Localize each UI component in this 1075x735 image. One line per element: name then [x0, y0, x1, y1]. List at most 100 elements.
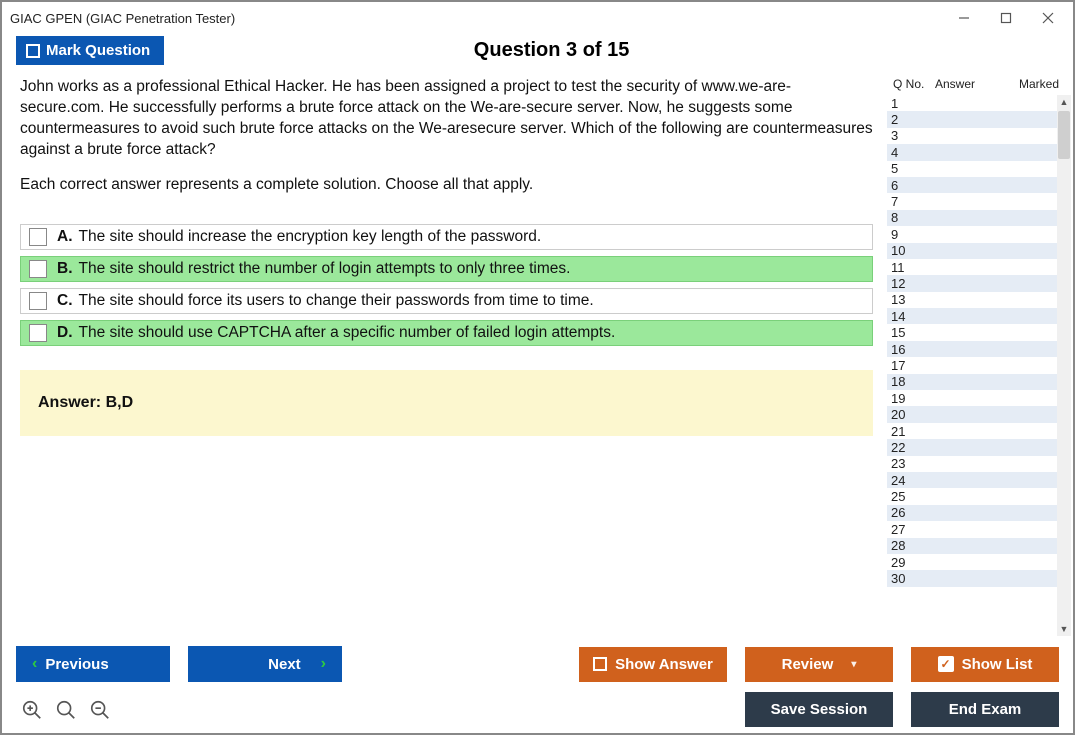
list-body: 1234567891011121314151617181920212223242…: [887, 95, 1071, 636]
question-list-panel: Q No. Answer Marked 12345678910111213141…: [887, 73, 1071, 636]
row-qno: 25: [891, 489, 923, 504]
checkbox-icon: [26, 44, 40, 58]
scrollbar[interactable]: ▲ ▼: [1057, 95, 1071, 636]
list-row[interactable]: 26: [887, 505, 1057, 521]
show-answer-label: Show Answer: [615, 656, 713, 673]
main-window: GIAC GPEN (GIAC Penetration Tester) Mark…: [0, 0, 1075, 735]
question-para-1: John works as a professional Ethical Hac…: [20, 77, 873, 161]
list-row[interactable]: 23: [887, 456, 1057, 472]
scroll-down-icon[interactable]: ▼: [1057, 622, 1071, 636]
list-row[interactable]: 29: [887, 554, 1057, 570]
footer: ‹ Previous Next › Show Answer Review ▾ ✓…: [2, 636, 1073, 733]
checkbox[interactable]: [29, 292, 47, 310]
list-row[interactable]: 20: [887, 406, 1057, 422]
checkbox[interactable]: [29, 228, 47, 246]
main-content: John works as a professional Ethical Hac…: [2, 73, 1073, 636]
list-row[interactable]: 8: [887, 210, 1057, 226]
previous-label: Previous: [45, 656, 108, 673]
list-row[interactable]: 27: [887, 521, 1057, 537]
list-row[interactable]: 2: [887, 111, 1057, 127]
row-qno: 26: [891, 505, 923, 520]
row-qno: 30: [891, 571, 923, 586]
option-text: B. The site should restrict the number o…: [57, 260, 570, 278]
list-row[interactable]: 7: [887, 193, 1057, 209]
list-row[interactable]: 10: [887, 243, 1057, 259]
list-row[interactable]: 12: [887, 275, 1057, 291]
list-row[interactable]: 6: [887, 177, 1057, 193]
row-qno: 12: [891, 276, 923, 291]
col-qno: Q No.: [889, 77, 929, 91]
footer-row-1: ‹ Previous Next › Show Answer Review ▾ ✓…: [16, 646, 1059, 682]
save-session-button[interactable]: Save Session: [745, 692, 893, 727]
zoom-reset-icon[interactable]: [54, 698, 78, 722]
option-text: D. The site should use CAPTCHA after a s…: [57, 324, 615, 342]
row-qno: 18: [891, 374, 923, 389]
titlebar: GIAC GPEN (GIAC Penetration Tester): [2, 2, 1073, 34]
option-text: A. The site should increase the encrypti…: [57, 228, 541, 246]
zoom-out-icon[interactable]: [88, 698, 112, 722]
list-row[interactable]: 22: [887, 439, 1057, 455]
row-qno: 5: [891, 161, 923, 176]
list-row[interactable]: 9: [887, 226, 1057, 242]
list-row[interactable]: 21: [887, 423, 1057, 439]
checkbox-icon: [593, 657, 607, 671]
row-qno: 24: [891, 473, 923, 488]
list-row[interactable]: 3: [887, 128, 1057, 144]
close-button[interactable]: [1027, 4, 1069, 32]
row-qno: 28: [891, 538, 923, 553]
option-A[interactable]: A. The site should increase the encrypti…: [20, 224, 873, 250]
scroll-thumb[interactable]: [1058, 111, 1070, 159]
show-list-label: Show List: [962, 656, 1033, 673]
row-qno: 27: [891, 522, 923, 537]
list-row[interactable]: 15: [887, 324, 1057, 340]
row-qno: 4: [891, 145, 923, 160]
scroll-up-icon[interactable]: ▲: [1057, 95, 1071, 109]
footer-row-2: Save Session End Exam: [16, 692, 1059, 727]
next-button[interactable]: Next ›: [188, 646, 342, 682]
review-label: Review: [782, 656, 834, 673]
row-qno: 9: [891, 227, 923, 242]
list-row[interactable]: 14: [887, 308, 1057, 324]
option-B[interactable]: B. The site should restrict the number o…: [20, 256, 873, 282]
list-row[interactable]: 19: [887, 390, 1057, 406]
row-qno: 2: [891, 112, 923, 127]
chevron-left-icon: ‹: [32, 655, 37, 673]
list-row[interactable]: 5: [887, 161, 1057, 177]
list-row[interactable]: 4: [887, 144, 1057, 160]
checkbox[interactable]: [29, 324, 47, 342]
mark-question-button[interactable]: Mark Question: [16, 36, 164, 65]
option-D[interactable]: D. The site should use CAPTCHA after a s…: [20, 320, 873, 346]
answer-text: Answer: B,D: [38, 394, 133, 411]
checkbox[interactable]: [29, 260, 47, 278]
list-row[interactable]: 28: [887, 538, 1057, 554]
col-answer: Answer: [929, 77, 1009, 91]
row-qno: 16: [891, 342, 923, 357]
list-row[interactable]: 18: [887, 374, 1057, 390]
question-text: John works as a professional Ethical Hac…: [16, 73, 877, 224]
zoom-in-icon[interactable]: [20, 698, 44, 722]
end-exam-button[interactable]: End Exam: [911, 692, 1059, 727]
question-panel: John works as a professional Ethical Hac…: [16, 73, 887, 636]
option-text: C. The site should force its users to ch…: [57, 292, 594, 310]
previous-button[interactable]: ‹ Previous: [16, 646, 170, 682]
list-row[interactable]: 17: [887, 357, 1057, 373]
show-list-button[interactable]: ✓ Show List: [911, 647, 1059, 682]
list-row[interactable]: 25: [887, 488, 1057, 504]
list-row[interactable]: 1: [887, 95, 1057, 111]
list-row[interactable]: 13: [887, 292, 1057, 308]
review-button[interactable]: Review ▾: [745, 647, 893, 682]
list-row[interactable]: 24: [887, 472, 1057, 488]
row-qno: 8: [891, 210, 923, 225]
minimize-button[interactable]: [943, 4, 985, 32]
maximize-button[interactable]: [985, 4, 1027, 32]
show-answer-button[interactable]: Show Answer: [579, 647, 727, 682]
option-C[interactable]: C. The site should force its users to ch…: [20, 288, 873, 314]
chevron-right-icon: ›: [321, 655, 326, 673]
header: Mark Question Question 3 of 15: [2, 34, 1073, 73]
row-qno: 7: [891, 194, 923, 209]
list-row[interactable]: 11: [887, 259, 1057, 275]
row-qno: 21: [891, 424, 923, 439]
list-row[interactable]: 16: [887, 341, 1057, 357]
row-qno: 15: [891, 325, 923, 340]
list-row[interactable]: 30: [887, 570, 1057, 586]
